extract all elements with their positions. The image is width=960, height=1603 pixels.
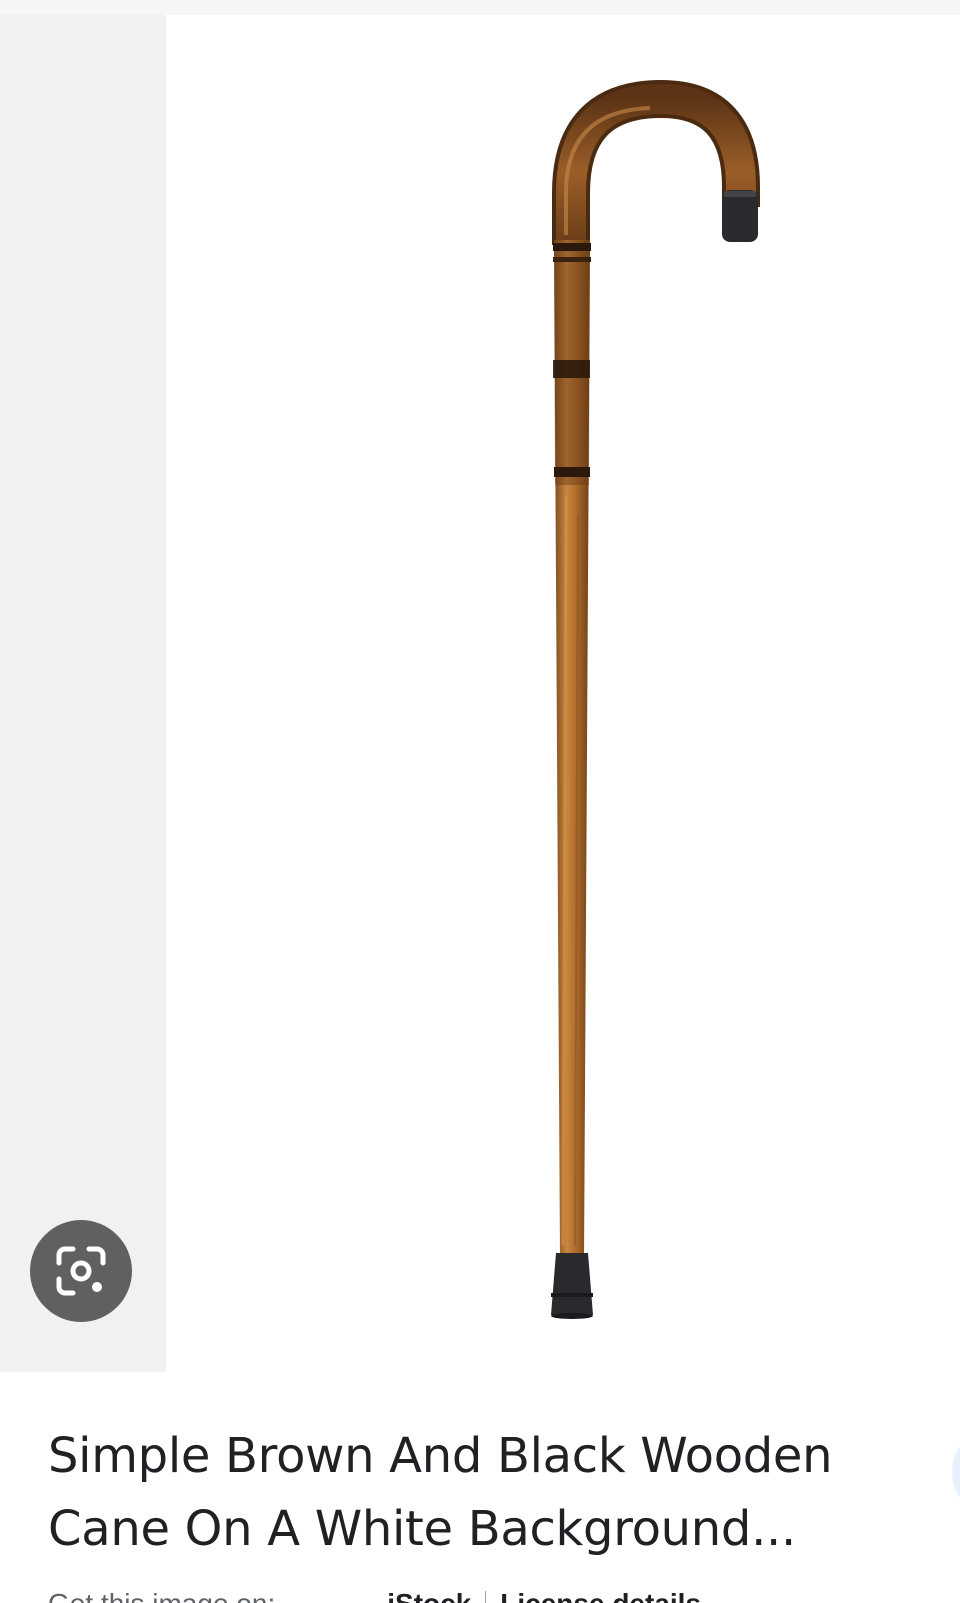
source-divider — [485, 1590, 487, 1603]
top-strip — [0, 0, 960, 15]
license-details-link[interactable]: License details — [500, 1588, 701, 1603]
image-result-page: Simple Brown And Black Wooden Cane On A … — [0, 0, 960, 1603]
lens-search-button[interactable] — [30, 1220, 132, 1322]
image-viewer[interactable] — [0, 15, 960, 1372]
source-name-link[interactable]: iStock — [387, 1588, 471, 1603]
result-title[interactable]: Simple Brown And Black Wooden Cane On A … — [48, 1420, 908, 1566]
source-line: Get this image on: iStock License details — [48, 1584, 948, 1603]
cane-photo[interactable] — [166, 15, 960, 1372]
image-side-panel — [0, 15, 166, 1372]
next-result-peek[interactable] — [952, 1440, 960, 1504]
google-lens-icon — [56, 1246, 106, 1296]
get-image-prefix: Get this image on: — [48, 1588, 275, 1603]
